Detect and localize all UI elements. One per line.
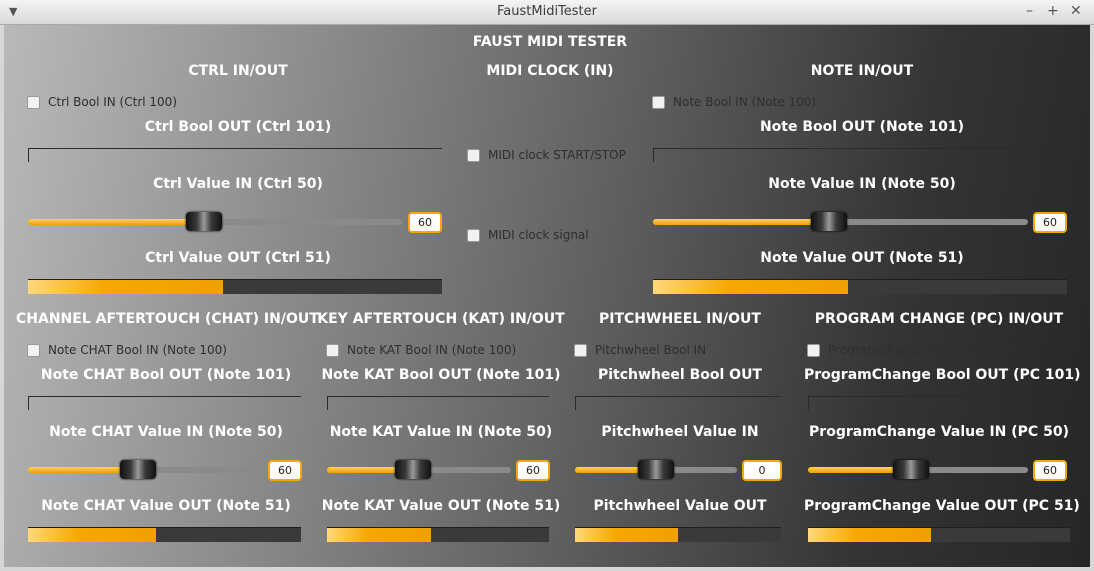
- checkbox-box[interactable]: [467, 149, 480, 162]
- midi-clock-signal-label: MIDI clock signal: [488, 228, 589, 242]
- pitchwheel-value-in-label: Pitchwheel Value IN: [601, 424, 759, 440]
- kat-value-out-label: Note KAT Value OUT (Note 51): [321, 498, 561, 514]
- checkbox-box[interactable]: [27, 344, 40, 357]
- slider-knob[interactable]: [395, 460, 432, 479]
- pitchwheel-value-out-label: Pitchwheel Value OUT: [593, 498, 767, 514]
- pitchwheel-value-out-bar: [575, 527, 781, 542]
- chat-bool-out-label: Note CHAT Bool OUT (Note 101): [40, 367, 292, 383]
- pc-bool-out-label: ProgramChange Bool OUT (PC 101): [804, 367, 1081, 383]
- kat-value-in-label: Note KAT Value IN (Note 50): [329, 424, 553, 440]
- note-value-in-number[interactable]: 60: [1033, 212, 1067, 233]
- page-title: FAUST MIDI TESTER: [472, 34, 628, 50]
- kat-value-in-slider[interactable]: [327, 458, 511, 482]
- kat-bool-out-label: Note KAT Bool OUT (Note 101): [321, 367, 561, 383]
- checkbox-box[interactable]: [467, 229, 480, 242]
- chat-bool-in-label: Note CHAT Bool IN (Note 100): [48, 343, 227, 357]
- pitchwheel-value-in-slider[interactable]: [575, 458, 737, 482]
- checkbox-box[interactable]: [27, 96, 40, 109]
- window-title: FaustMidiTester: [497, 4, 597, 19]
- pitchwheel-bool-out-label: Pitchwheel Bool OUT: [598, 367, 762, 383]
- pc-header: PROGRAM CHANGE (PC) IN/OUT: [814, 311, 1064, 327]
- kat-bool-in-label: Note KAT Bool IN (Note 100): [347, 343, 517, 357]
- ctrl-value-in-slider[interactable]: [28, 210, 403, 234]
- pitchwheel-bool-in-label: Pitchwheel Bool IN: [595, 343, 707, 357]
- pc-value-out-label: ProgramChange Value OUT (PC 51): [804, 498, 1080, 514]
- midi-clock-start-stop-label: MIDI clock START/STOP: [488, 148, 626, 162]
- pitchwheel-bool-out-indicator: [575, 396, 781, 410]
- slider-knob[interactable]: [120, 460, 157, 479]
- note-bool-out-indicator: [653, 148, 1067, 162]
- slider-knob[interactable]: [186, 212, 223, 231]
- note-value-in-label: Note Value IN (Note 50): [768, 176, 956, 192]
- chat-value-in-number[interactable]: 60: [268, 460, 302, 481]
- chat-header: CHANNEL AFTERTOUCH (CHAT) IN/OUT: [16, 311, 319, 327]
- ctrl-bool-in-label: Ctrl Bool IN (Ctrl 100): [48, 95, 177, 109]
- title-bar: ▼ FaustMidiTester – + ✕: [0, 0, 1094, 25]
- ctrl-bool-out-indicator: [28, 148, 442, 162]
- close-icon[interactable]: ✕: [1070, 3, 1082, 19]
- chat-value-in-slider[interactable]: [28, 458, 263, 482]
- ctrl-bool-out-label: Ctrl Bool OUT (Ctrl 101): [144, 119, 332, 135]
- checkbox-box[interactable]: [326, 344, 339, 357]
- note-value-in-slider[interactable]: [653, 210, 1028, 234]
- ctrl-value-out-bar: [28, 279, 442, 294]
- pitchwheel-value-in-number[interactable]: 0: [742, 460, 782, 481]
- chat-value-out-bar: [28, 527, 301, 542]
- checkbox-box[interactable]: [574, 344, 587, 357]
- pitchwheel-header: PITCHWHEEL IN/OUT: [599, 311, 761, 327]
- ctrl-value-in-label: Ctrl Value IN (Ctrl 50): [153, 176, 323, 192]
- ctrl-value-out-label: Ctrl Value OUT (Ctrl 51): [145, 250, 331, 266]
- midi-clock-header: MIDI CLOCK (IN): [486, 63, 614, 79]
- pc-bool-in-label: ProgramChange Bool IN (PC 100): [828, 343, 1027, 357]
- slider-knob[interactable]: [811, 212, 848, 231]
- note-bool-out-label: Note Bool OUT (Note 101): [759, 119, 965, 135]
- checkbox-box[interactable]: [652, 96, 665, 109]
- maximize-icon[interactable]: +: [1047, 3, 1059, 19]
- ctrl-value-in-number[interactable]: 60: [408, 212, 442, 233]
- pc-value-out-bar: [808, 527, 1070, 542]
- pc-value-in-number[interactable]: 60: [1033, 460, 1067, 481]
- note-value-out-label: Note Value OUT (Note 51): [760, 250, 964, 266]
- ctrl-header: CTRL IN/OUT: [188, 63, 288, 79]
- chat-bool-out-indicator: [28, 396, 301, 410]
- pc-value-in-slider[interactable]: [808, 458, 1028, 482]
- note-header: NOTE IN/OUT: [810, 63, 914, 79]
- note-bool-in-label: Note Bool IN (Note 100): [673, 95, 817, 109]
- checkbox-box[interactable]: [807, 344, 820, 357]
- slider-knob[interactable]: [638, 460, 674, 479]
- kat-bool-out-indicator: [327, 396, 549, 410]
- pc-value-in-label: ProgramChange Value IN (PC 50): [809, 424, 1069, 440]
- kat-value-in-number[interactable]: 60: [516, 460, 550, 481]
- pc-bool-out-indicator: [808, 396, 1070, 410]
- kat-header: KEY AFTERTOUCH (KAT) IN/OUT: [317, 311, 565, 327]
- minimize-icon[interactable]: –: [1026, 3, 1033, 19]
- kat-value-out-bar: [327, 527, 549, 542]
- chat-value-out-label: Note CHAT Value OUT (Note 51): [41, 498, 291, 514]
- slider-knob[interactable]: [893, 460, 930, 479]
- note-value-out-bar: [653, 279, 1067, 294]
- main-panel: FAUST MIDI TESTER CTRL IN/OUT Ctrl Bool …: [4, 25, 1090, 567]
- chat-value-in-label: Note CHAT Value IN (Note 50): [49, 424, 283, 440]
